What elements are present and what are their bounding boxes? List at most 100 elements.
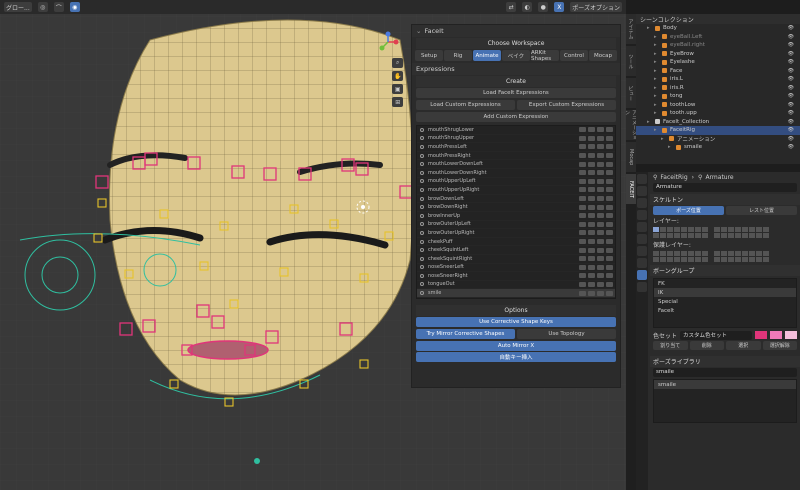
expand-arrow-icon[interactable]: ▸ xyxy=(654,68,662,74)
visibility-eye-icon[interactable]: 👁 xyxy=(788,85,794,91)
pin-icon[interactable] xyxy=(606,290,613,296)
pin-icon[interactable] xyxy=(606,281,613,287)
pin-icon[interactable] xyxy=(606,239,613,245)
edit-icon[interactable] xyxy=(579,273,586,279)
visibility-eye-icon[interactable]: 👁 xyxy=(788,127,794,133)
visibility-eye-icon[interactable]: 👁 xyxy=(788,42,794,48)
add-custom-button[interactable]: Add Custom Expression xyxy=(416,112,616,122)
pin-icon[interactable] xyxy=(606,256,613,262)
expand-arrow-icon[interactable]: ▸ xyxy=(668,144,676,150)
outliner-row[interactable]: ▸ eyeBall.right 👁 xyxy=(636,41,800,50)
pin-icon[interactable] xyxy=(606,230,613,236)
edit-icon[interactable] xyxy=(579,170,586,176)
mirror-icon[interactable] xyxy=(588,273,595,279)
expression-row[interactable]: browInnerUp xyxy=(417,212,615,221)
pose-library-heading[interactable]: ポーズライブラリ xyxy=(650,356,800,367)
visibility-eye-icon[interactable]: 👁 xyxy=(788,119,794,125)
edit-icon[interactable] xyxy=(579,264,586,270)
pin-icon[interactable] xyxy=(606,204,613,210)
mirror-icon[interactable] xyxy=(588,230,595,236)
mirror-icon[interactable] xyxy=(588,281,595,287)
outliner-row[interactable]: ▸ Eyelashe 👁 xyxy=(636,58,800,67)
outliner-tree[interactable]: ▸ Body 👁 ▸ eyeBall.Left 👁 ▸ eyeBall.right 👁 ▸ EyeB… xyxy=(636,24,800,152)
edit-icon[interactable] xyxy=(579,178,586,184)
mirror-icon[interactable] xyxy=(588,204,595,210)
mirror-icon[interactable] xyxy=(588,135,595,141)
outliner-row[interactable]: ▸ tooth.upp 👁 xyxy=(636,109,800,118)
pin-icon[interactable] xyxy=(606,273,613,279)
edit-icon[interactable] xyxy=(579,230,586,236)
expression-row[interactable]: mouthLowerDownLeft xyxy=(417,160,615,169)
pin-icon[interactable] xyxy=(606,213,613,219)
expand-arrow-icon[interactable]: ▸ xyxy=(654,76,662,82)
pin-icon[interactable] xyxy=(606,221,613,227)
try-mirror-toggle[interactable]: Try Mirror Corrective Shapes xyxy=(416,328,515,339)
visibility-eye-icon[interactable]: 👁 xyxy=(788,25,794,31)
reset-icon[interactable] xyxy=(597,290,604,296)
expand-arrow-icon[interactable]: ▸ xyxy=(654,110,662,116)
pose-library-field[interactable]: smaile xyxy=(653,367,797,377)
assign-button[interactable]: 割り当て xyxy=(653,340,688,350)
pose-row[interactable]: smaile xyxy=(654,380,796,389)
output-tab-icon[interactable] xyxy=(637,198,647,208)
mirror-icon[interactable] xyxy=(588,290,595,296)
sidebar-tab[interactable]: アニメーション xyxy=(624,110,637,140)
expression-row[interactable]: noseSneerRight xyxy=(417,272,615,281)
pin-icon[interactable] xyxy=(606,187,613,193)
mirror-icon[interactable] xyxy=(588,239,595,245)
workspace-tab[interactable]: ベイク xyxy=(502,50,530,61)
edit-icon[interactable] xyxy=(579,144,586,150)
visibility-eye-icon[interactable]: 👁 xyxy=(788,59,794,65)
mode-dropdown[interactable]: グロー... xyxy=(4,2,32,12)
edit-icon[interactable] xyxy=(579,290,586,296)
expand-arrow-icon[interactable]: ▸ xyxy=(654,51,662,57)
pin-icon[interactable] xyxy=(606,144,613,150)
expression-row[interactable]: smile xyxy=(417,289,615,298)
expression-row[interactable]: noseSneerLeft xyxy=(417,264,615,273)
select-button[interactable]: 選択 xyxy=(726,340,761,350)
remove-button[interactable]: 削除 xyxy=(689,340,724,350)
visibility-eye-icon[interactable]: 👁 xyxy=(788,76,794,82)
reset-icon[interactable] xyxy=(597,281,604,287)
tool-tab-icon[interactable] xyxy=(637,174,647,184)
bone-tab-icon[interactable] xyxy=(637,282,647,292)
expand-arrow-icon[interactable]: ▸ xyxy=(661,136,669,142)
edit-icon[interactable] xyxy=(579,161,586,167)
mirror-icon[interactable] xyxy=(588,213,595,219)
pin-icon[interactable] xyxy=(606,178,613,184)
scene-tab-icon[interactable] xyxy=(637,210,647,220)
camera-icon[interactable]: ▣ xyxy=(392,84,404,94)
workspace-tab[interactable]: Animate xyxy=(473,50,501,61)
workspace-tab[interactable]: Control xyxy=(560,50,588,61)
navigation-gizmo[interactable] xyxy=(376,30,400,54)
expression-row[interactable]: browDownLeft xyxy=(417,195,615,204)
expression-row[interactable]: mouthUpperUpLeft xyxy=(417,178,615,187)
edit-icon[interactable] xyxy=(579,196,586,202)
mirror-icon[interactable] xyxy=(588,127,595,133)
auto-keying-toggle[interactable]: 自動キー挿入 xyxy=(416,351,616,362)
expression-row[interactable]: browOuterUpRight xyxy=(417,229,615,238)
proportional-edit-icon[interactable]: ◉ xyxy=(69,2,80,12)
pose-list[interactable]: smaile xyxy=(653,379,797,423)
mirror-icon[interactable] xyxy=(588,187,595,193)
color-set-dropdown[interactable]: カスタム色セット xyxy=(680,330,752,340)
pin-icon[interactable] xyxy=(606,247,613,253)
reset-icon[interactable] xyxy=(597,213,604,219)
reset-icon[interactable] xyxy=(597,221,604,227)
expression-row[interactable]: mouthShrugUpper xyxy=(417,135,615,144)
protected-layers-grid[interactable] xyxy=(650,249,800,263)
expand-arrow-icon[interactable]: ▸ xyxy=(654,34,662,40)
expression-row[interactable]: cheekSquintLeft xyxy=(417,246,615,255)
reset-icon[interactable] xyxy=(597,161,604,167)
expression-row[interactable]: mouthLowerDownRight xyxy=(417,169,615,178)
expand-arrow-icon[interactable]: ▸ xyxy=(647,119,655,125)
outliner-row[interactable]: ▸ iris.R 👁 xyxy=(636,84,800,93)
reset-icon[interactable] xyxy=(597,204,604,210)
reset-icon[interactable] xyxy=(597,247,604,253)
expand-arrow-icon[interactable]: ▸ xyxy=(647,25,655,31)
3d-viewport[interactable]: グロー... ◎ ⌒ ◉ ⇄ ◐ ● X ポーズオプション ⌕ ✋ ▣ ⊞ ⌄ F… xyxy=(0,0,626,490)
pin-icon[interactable] xyxy=(606,153,613,159)
expression-row[interactable]: mouthPressRight xyxy=(417,152,615,161)
visibility-eye-icon[interactable]: 👁 xyxy=(788,144,794,150)
pin-icon[interactable] xyxy=(606,135,613,141)
